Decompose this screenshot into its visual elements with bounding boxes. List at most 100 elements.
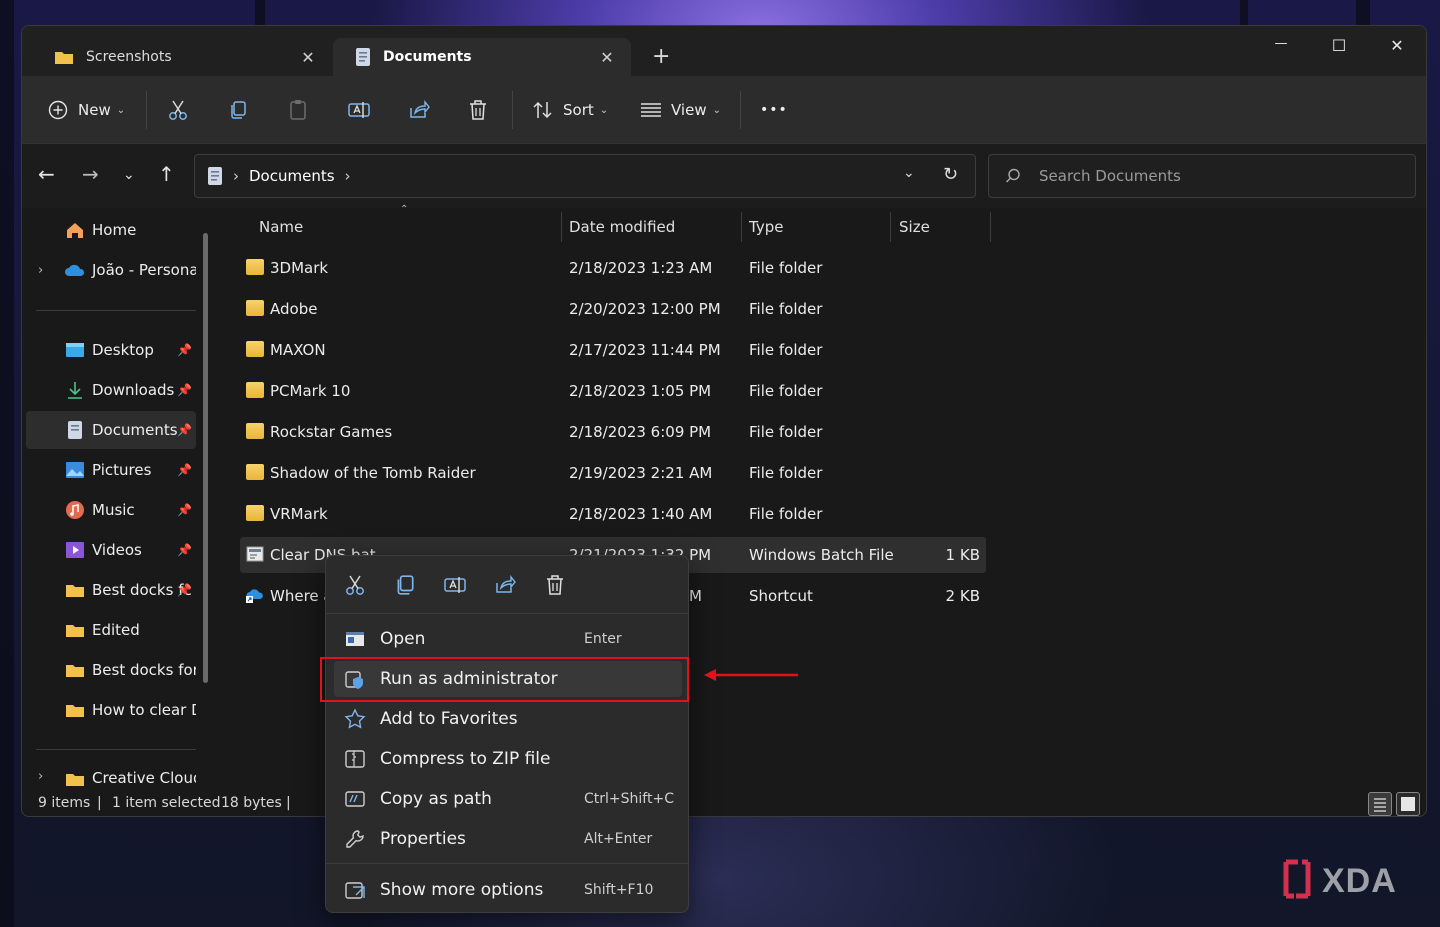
sidebar-item-label: Home	[92, 221, 137, 239]
minimize-button[interactable]: —	[1258, 36, 1304, 51]
breadcrumb-documents[interactable]: Documents	[249, 167, 335, 185]
sidebar-scrollbar[interactable]	[203, 233, 208, 683]
copy-icon[interactable]	[394, 574, 416, 596]
videos-icon	[64, 540, 86, 560]
sidebar-item-folder[interactable]: How to clear DN	[26, 691, 196, 729]
more-options-button[interactable]: •••	[760, 76, 788, 144]
sidebar-item-label: How to clear DN	[92, 701, 196, 719]
annotation-arrow-icon	[704, 669, 798, 681]
status-bar: 9 items | 1 item selected 18 bytes |	[22, 788, 1426, 816]
compress-to-zip-menu-item[interactable]: Compress to ZIP file	[334, 741, 682, 777]
folder-icon	[64, 620, 86, 640]
sidebar-item-creative-cloud[interactable]: › Creative Cloud F	[26, 769, 196, 786]
file-row[interactable]: Adobe 2/20/2023 12:00 PM File folder	[240, 291, 986, 327]
search-input[interactable]: Search Documents	[988, 154, 1416, 198]
menu-item-shortcut: Ctrl+Shift+C	[584, 791, 674, 807]
recent-locations-button[interactable]: ⌄	[123, 167, 135, 183]
tab-documents[interactable]: Documents ✕	[333, 38, 631, 76]
sidebar-item-desktop[interactable]: Desktop 📌	[26, 331, 196, 369]
delete-icon[interactable]	[544, 574, 566, 596]
tab-close-button[interactable]: ✕	[597, 48, 617, 67]
xda-logo: XDA	[1282, 858, 1422, 902]
new-button[interactable]: New ⌄	[48, 76, 125, 144]
open-menu-item[interactable]: Open Enter	[334, 621, 682, 657]
file-row[interactable]: PCMark 10 2/18/2023 1:05 PM File folder	[240, 373, 986, 409]
search-icon	[1005, 168, 1020, 183]
sidebar-item-pictures[interactable]: Pictures 📌	[26, 451, 196, 489]
file-row[interactable]: 3DMark 2/18/2023 1:23 AM File folder	[240, 250, 986, 286]
maximize-button[interactable]: ☐	[1316, 36, 1362, 55]
sidebar-item-label: Downloads	[92, 381, 175, 399]
copy-icon	[231, 101, 246, 119]
file-row[interactable]: VRMark 2/18/2023 1:40 AM File folder	[240, 496, 986, 532]
show-more-options-menu-item[interactable]: Show more options Shift+F10	[334, 872, 682, 908]
file-type: Windows Batch File	[749, 546, 894, 564]
tab-screenshots[interactable]: Screenshots ✕	[32, 38, 332, 76]
sidebar-item-label: Documents	[92, 421, 178, 439]
rename-icon	[348, 102, 370, 118]
sidebar-item-videos[interactable]: Videos 📌	[26, 531, 196, 569]
delete-button[interactable]	[468, 76, 488, 144]
back-button[interactable]: ←	[38, 162, 55, 186]
file-row[interactable]: Shadow of the Tomb Raider 2/19/2023 2:21…	[240, 455, 986, 491]
tab-close-button[interactable]: ✕	[298, 48, 318, 67]
sidebar-item-label: Pictures	[92, 461, 152, 479]
sidebar-item-onedrive[interactable]: › João - Personal	[26, 251, 196, 289]
address-bar[interactable]: › Documents › ⌄ ↻	[194, 154, 976, 198]
sidebar-item-folder[interactable]: Best docks fc 📌	[26, 571, 196, 609]
sidebar-item-label: Best docks for S	[92, 661, 196, 679]
file-type: File folder	[749, 382, 823, 400]
share-button[interactable]	[408, 76, 430, 144]
star-icon	[344, 708, 366, 729]
cut-button[interactable]	[168, 76, 188, 144]
rename-button[interactable]	[348, 76, 370, 144]
file-date: M	[689, 587, 702, 605]
sidebar-item-folder[interactable]: Best docks for S	[26, 651, 196, 689]
tiles-view-icon	[1401, 797, 1415, 811]
column-header-type[interactable]: Type	[749, 212, 783, 242]
new-label: New	[78, 101, 111, 119]
search-placeholder: Search Documents	[1039, 167, 1181, 185]
pin-icon: 📌	[177, 583, 192, 597]
column-header-name[interactable]: Name	[259, 212, 303, 242]
sort-button[interactable]: Sort ⌄	[532, 76, 608, 144]
menu-item-label: Properties	[380, 829, 466, 849]
column-header-size[interactable]: Size	[899, 212, 930, 242]
up-button[interactable]: ↑	[158, 162, 175, 186]
file-name: VRMark	[270, 505, 328, 523]
cut-icon[interactable]	[344, 574, 366, 596]
sidebar-divider	[36, 749, 196, 750]
sidebar-item-folder[interactable]: Edited	[26, 611, 196, 649]
properties-menu-item[interactable]: Properties Alt+Enter	[334, 821, 682, 857]
close-window-button[interactable]: ✕	[1374, 36, 1420, 55]
refresh-button[interactable]: ↻	[943, 164, 958, 185]
copy-as-path-menu-item[interactable]: Copy as path Ctrl+Shift+C	[334, 781, 682, 817]
share-icon[interactable]	[494, 574, 516, 596]
sidebar-item-documents[interactable]: Documents 📌	[26, 411, 196, 449]
status-separator: |	[286, 795, 291, 811]
sidebar-item-music[interactable]: Music 📌	[26, 491, 196, 529]
details-view-button[interactable]	[1368, 792, 1392, 816]
selection-count: 1 item selected	[112, 795, 221, 811]
file-size: 2 KB	[945, 587, 980, 605]
column-header-date[interactable]: Date modified	[569, 212, 675, 242]
background-tree	[0, 0, 14, 927]
forward-button[interactable]: →	[82, 162, 99, 186]
sidebar-item-downloads[interactable]: Downloads 📌	[26, 371, 196, 409]
paste-button[interactable]	[288, 76, 308, 144]
sidebar-item-home[interactable]: Home	[26, 211, 196, 249]
tiles-view-button[interactable]	[1396, 792, 1420, 816]
new-tab-button[interactable]: +	[652, 44, 670, 69]
copy-button[interactable]	[228, 76, 248, 144]
file-date: 2/18/2023 6:09 PM	[569, 423, 712, 441]
file-row[interactable]: MAXON 2/17/2023 11:44 PM File folder	[240, 332, 986, 368]
add-to-favorites-menu-item[interactable]: Add to Favorites	[334, 701, 682, 737]
view-button[interactable]: View ⌄	[640, 76, 721, 144]
chevron-right-icon: ›	[38, 262, 44, 278]
address-dropdown-button[interactable]: ⌄	[903, 165, 915, 181]
delete-icon	[470, 100, 486, 120]
file-row[interactable]: Rockstar Games 2/18/2023 6:09 PM File fo…	[240, 414, 986, 450]
sort-label: Sort	[563, 101, 594, 119]
rename-icon[interactable]	[444, 574, 466, 596]
column-divider	[741, 212, 742, 242]
